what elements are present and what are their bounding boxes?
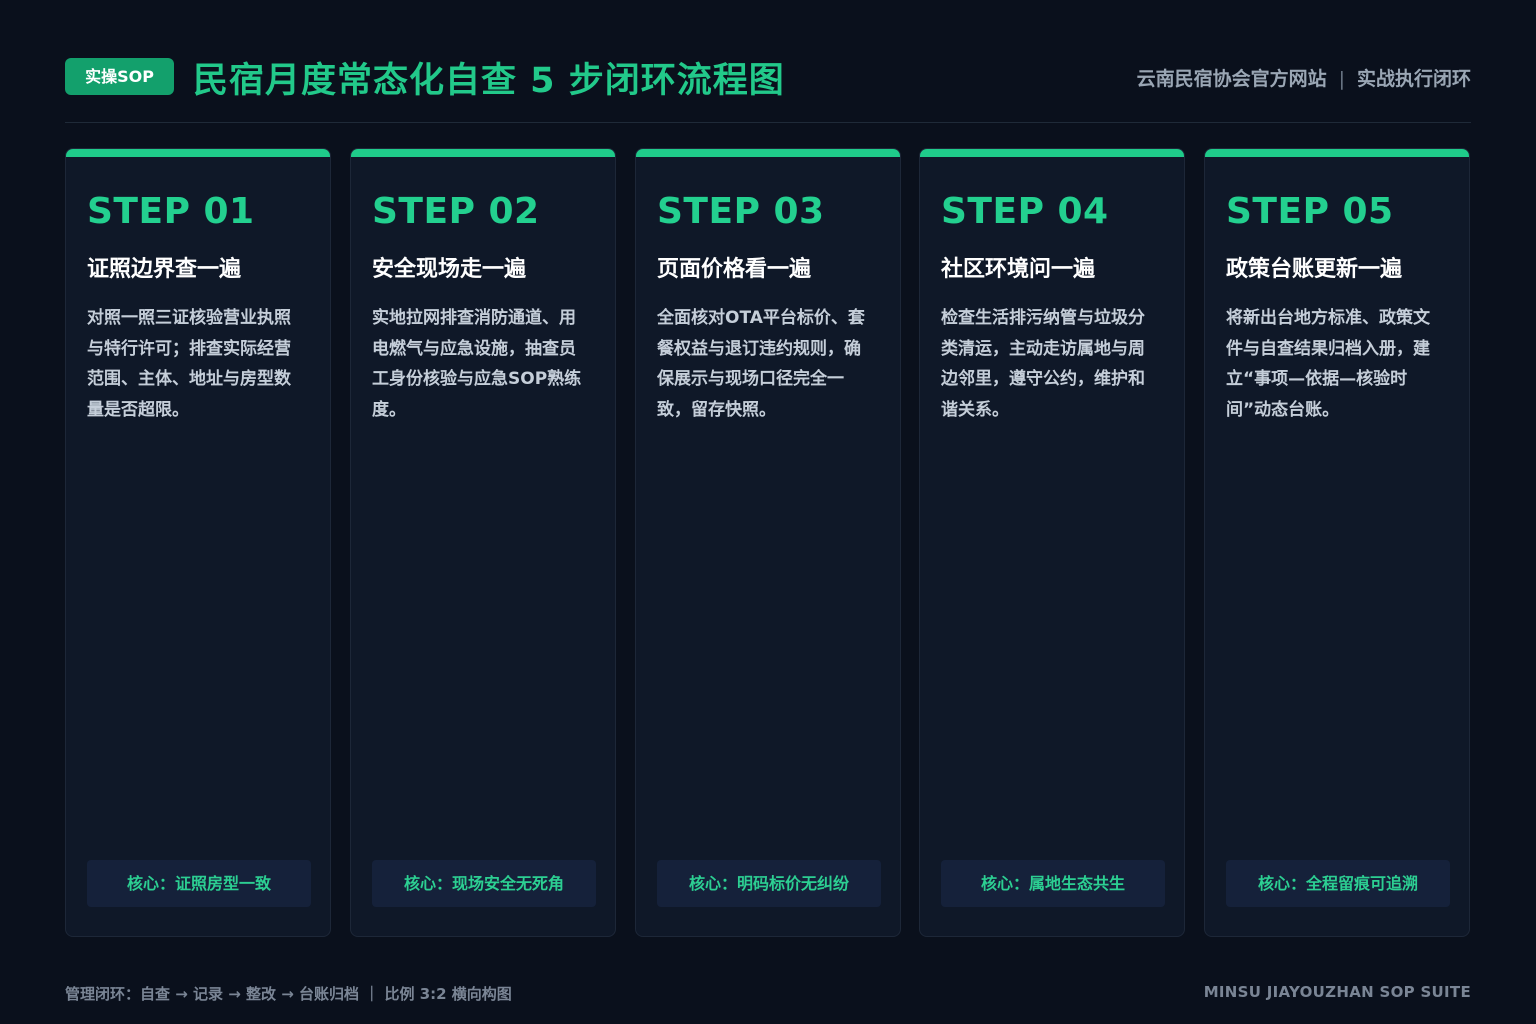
page-header: 实操SOP 民宿月度常态化自查 5 步闭环流程图 云南民宿协会官方网站 | 实战执行… [65,50,1471,123]
step-accent-bar [351,149,615,157]
step-number: STEP 05 [1226,191,1394,232]
step-core-tag: 核心：证照房型一致 [87,860,311,907]
step-number: STEP 02 [372,191,540,232]
step-description: 全面核对OTA平台标价、套餐权益与退订违约规则，确保展示与现场口径完全一致，留存… [657,308,865,420]
step-number: STEP 01 [87,191,255,232]
step-accent-bar [636,149,900,157]
sop-badge: 实操SOP [65,58,174,95]
steps-flow: STEP 01 证照边界查一遍 对照一照三证核验营业执照与特行许可；排查实际经营… [65,148,1471,938]
step-card-5: STEP 05 政策台账更新一遍 将新出台地方标准、政策文件与自查结果归档入册，… [1204,148,1470,937]
tagline: 实战执行闭环 [1356,68,1471,90]
page-title: 民宿月度常态化自查 5 步闭环流程图 [193,61,785,101]
step-card-3: STEP 03 页面价格看一遍 全面核对OTA平台标价、套餐权益与退订违约规则，… [635,148,901,937]
step-number: STEP 03 [657,191,825,232]
step-card-2: STEP 02 安全现场走一遍 实地拉网排查消防通道、用电燃气与应急设施，抽查员… [350,148,616,937]
step-description: 将新出台地方标准、政策文件与自查结果归档入册，建立“事项—依据—核验时间”动态台… [1226,308,1430,420]
step-core-tag: 核心：明码标价无纠纷 [657,860,881,907]
step-card-1: STEP 01 证照边界查一遍 对照一照三证核验营业执照与特行许可；排查实际经营… [65,148,331,937]
site-name[interactable]: 云南民宿协会官方网站 [1137,68,1327,90]
step-description: 实地拉网排查消防通道、用电燃气与应急设施，抽查员工身份核验与应急SOP熟练度。 [372,308,582,420]
step-core-tag: 核心：全程留痕可追溯 [1226,860,1450,907]
header-separator: | [1338,68,1345,90]
step-title: 安全现场走一遍 [372,257,527,282]
step-number: STEP 04 [941,191,1109,232]
footer-brand: MINSU JIAYOUZHAN SOP SUITE [1203,983,1471,1001]
step-card-4: STEP 04 社区环境问一遍 检查生活排污纳管与垃圾分类清运，主动走访属地与周… [919,148,1185,937]
footer-process-note: 管理闭环：自查 → 记录 → 整改 → 台账归档 ｜ 比例 3:2 横向构图 [65,985,512,1003]
step-title: 页面价格看一遍 [657,257,812,282]
step-accent-bar [920,149,1184,157]
step-title: 政策台账更新一遍 [1226,257,1403,282]
header-meta: 云南民宿协会官方网站 | 实战执行闭环 [1137,64,1471,91]
step-core-tag: 核心：现场安全无死角 [372,860,596,907]
step-title: 社区环境问一遍 [941,257,1096,282]
step-title: 证照边界查一遍 [87,257,242,282]
step-core-tag: 核心：属地生态共生 [941,860,1165,907]
step-description: 对照一照三证核验营业执照与特行许可；排查实际经营范围、主体、地址与房型数量是否超… [87,308,291,420]
step-accent-bar [66,149,330,157]
step-description: 检查生活排污纳管与垃圾分类清运，主动走访属地与周边邻里，遵守公约，维护和谐关系。 [941,308,1145,420]
step-accent-bar [1205,149,1469,157]
